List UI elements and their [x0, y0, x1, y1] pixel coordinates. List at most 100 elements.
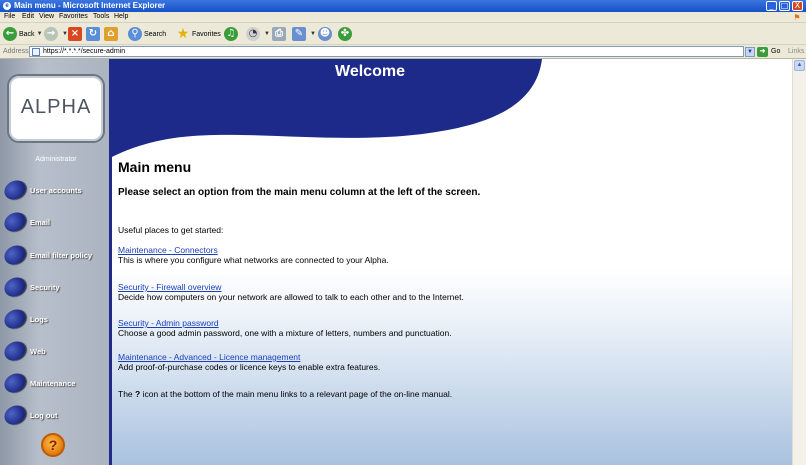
menu-help[interactable]: Help — [114, 13, 128, 20]
edit-button[interactable]: ✎ ▼ — [292, 26, 316, 42]
media-icon: ♫ — [224, 27, 238, 41]
main-menu-column: ALPHA Administrator User accounts Email … — [0, 59, 112, 465]
go-button[interactable]: Go — [771, 48, 780, 55]
maximize-button[interactable]: □ — [779, 1, 790, 11]
menu-edit[interactable]: Edit — [22, 13, 34, 20]
menu-disc-icon — [0, 337, 30, 365]
menu-disc-icon — [0, 273, 30, 301]
menu-view[interactable]: View — [39, 13, 54, 20]
title-bar: e Main menu - Microsoft Internet Explore… — [0, 0, 806, 12]
sidebar-item-label: Email filter policy — [30, 250, 93, 260]
help-icon[interactable]: ? — [41, 433, 65, 457]
menu-tools[interactable]: Tools — [93, 13, 109, 20]
menu-disc-icon — [0, 305, 30, 333]
address-bar: Address https://*.*.*.*/secure-admin ▼ ➜… — [0, 45, 806, 59]
edit-dropdown-icon[interactable]: ▼ — [310, 31, 316, 37]
back-button[interactable]: ← Back ▼ — [3, 26, 43, 42]
home-icon: ⌂ — [104, 27, 118, 41]
discuss-button[interactable]: ☻ — [318, 26, 334, 42]
home-button[interactable]: ⌂ — [104, 26, 120, 42]
scroll-up-icon[interactable]: ▲ — [794, 60, 805, 71]
help-footnote: The ? icon at the bottom of the main men… — [118, 389, 452, 399]
edit-page-icon: ✎ — [292, 27, 306, 41]
discuss-icon: ☻ — [318, 27, 332, 41]
stop-button[interactable]: × — [68, 26, 84, 42]
sidebar-item-label: Web — [30, 346, 46, 356]
favorites-button[interactable]: ★ Favorites — [176, 26, 221, 42]
close-button[interactable]: X — [792, 1, 803, 11]
link-description: Add proof-of-purchase codes or licence k… — [118, 362, 381, 372]
go-arrow-icon[interactable]: ➜ — [757, 47, 768, 57]
welcome-heading: Welcome — [335, 63, 405, 80]
history-icon: ◔ — [246, 27, 260, 41]
refresh-button[interactable]: ↻ — [86, 26, 102, 42]
links-button[interactable]: Links — [788, 48, 804, 55]
back-arrow-icon: ← — [3, 27, 17, 41]
sidebar-item-maintenance[interactable]: Maintenance — [0, 369, 110, 397]
history-button[interactable]: ◔ ▼ — [246, 26, 270, 42]
search-label: Search — [144, 30, 167, 38]
menu-disc-icon — [0, 208, 30, 236]
search-icon: ⚲ — [128, 27, 142, 41]
useful-places-heading: Useful places to get started: — [118, 225, 224, 235]
search-button[interactable]: ⚲ Search — [128, 26, 166, 42]
page-title: Main menu — [118, 159, 192, 175]
user-role: Administrator — [35, 156, 77, 163]
logo-text: ALPHA — [20, 96, 92, 118]
favorites-label: Favorites — [192, 30, 221, 38]
quick-link-entry: Security - Firewall overview Decide how … — [118, 282, 788, 302]
sidebar-item-label: Security — [30, 282, 60, 292]
security-firewall-overview-link[interactable]: Security - Firewall overview — [118, 282, 788, 292]
sidebar-item-web[interactable]: Web — [0, 337, 110, 365]
security-admin-password-link[interactable]: Security - Admin password — [118, 318, 788, 328]
history-dropdown-icon[interactable]: ▼ — [264, 31, 270, 37]
menu-favorites[interactable]: Favorites — [59, 13, 88, 20]
page-viewport: ALPHA Administrator User accounts Email … — [0, 59, 792, 465]
menu-disc-icon — [0, 401, 30, 429]
windows-flag-icon: ⚑ — [793, 13, 801, 22]
menu-disc-icon — [0, 369, 30, 397]
licence-management-link[interactable]: Maintenance - Advanced - Licence managem… — [118, 352, 788, 362]
window-title: Main menu - Microsoft Internet Explorer — [14, 1, 166, 10]
sidebar-item-email[interactable]: Email — [0, 208, 110, 236]
address-label: Address — [3, 48, 29, 55]
sidebar-item-email-filter-policy[interactable]: Email filter policy — [0, 241, 110, 269]
sidebar-item-label: Email — [30, 217, 51, 227]
media-button[interactable]: ♫ — [224, 26, 240, 42]
refresh-icon: ↻ — [86, 27, 100, 41]
stop-icon: × — [68, 27, 82, 41]
page-icon — [32, 48, 40, 56]
toolbar: ← Back ▼ → ▼ × ↻ ⌂ ⚲ Search ★ Favorites … — [0, 23, 806, 45]
forward-button[interactable]: → ▼ — [44, 26, 68, 42]
ie-logo-icon: e — [3, 2, 11, 10]
printer-icon: ⎙ — [272, 27, 286, 41]
quick-link-entry: Maintenance - Connectors This is where y… — [118, 245, 788, 265]
sidebar-item-label: User accounts — [30, 185, 82, 195]
messenger-button[interactable]: ✤ — [338, 26, 354, 42]
print-button[interactable]: ⎙ — [272, 26, 288, 42]
sidebar-item-label: Log out — [30, 410, 58, 420]
alpha-logo: ALPHA — [7, 74, 105, 143]
quick-link-entry: Security - Admin password Choose a good … — [118, 318, 788, 338]
sidebar-item-user-accounts[interactable]: User accounts — [0, 176, 110, 204]
maintenance-connectors-link[interactable]: Maintenance - Connectors — [118, 245, 788, 255]
menu-bar: File Edit View Favorites Tools Help ⚑ — [0, 12, 806, 23]
address-input[interactable]: https://*.*.*.*/secure-admin — [29, 46, 744, 57]
sidebar-item-logs[interactable]: Logs — [0, 305, 110, 333]
sidebar-item-label: Maintenance — [30, 378, 76, 388]
footnote-text-start: The — [118, 389, 136, 399]
quick-link-entry: Maintenance - Advanced - Licence managem… — [118, 352, 788, 372]
sidebar-item-label: Logs — [30, 314, 48, 324]
link-description: Decide how computers on your network are… — [118, 292, 464, 302]
menu-disc-icon — [0, 176, 30, 204]
messenger-icon: ✤ — [338, 27, 352, 41]
back-label: Back — [19, 30, 35, 38]
sidebar-item-log-out[interactable]: Log out — [0, 401, 110, 429]
menu-file[interactable]: File — [4, 13, 15, 20]
footnote-text-end: icon at the bottom of the main menu link… — [140, 389, 453, 399]
sidebar-item-security[interactable]: Security — [0, 273, 110, 301]
vertical-scrollbar[interactable]: ▲ — [792, 59, 806, 465]
address-dropdown-icon[interactable]: ▼ — [745, 47, 755, 57]
minimize-button[interactable]: _ — [766, 1, 777, 11]
back-dropdown-icon[interactable]: ▼ — [37, 31, 43, 37]
